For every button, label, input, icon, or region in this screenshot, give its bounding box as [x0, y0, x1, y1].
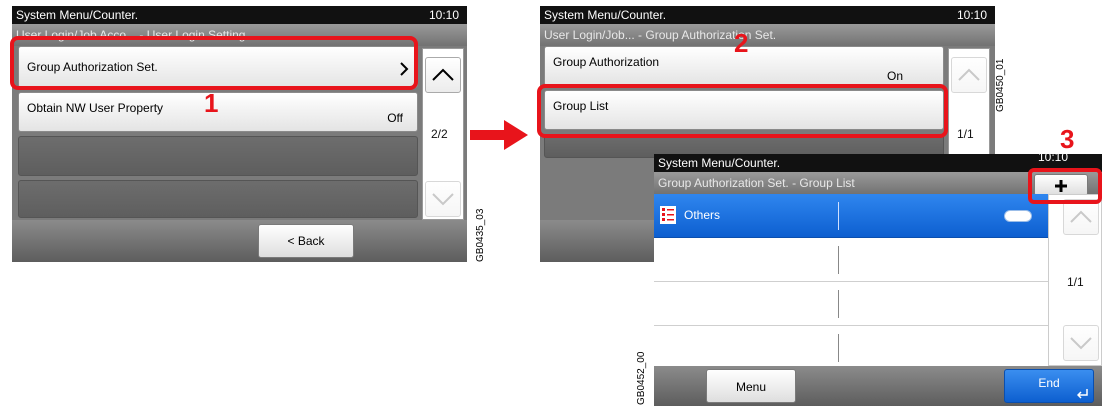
list-item-empty — [654, 238, 1048, 282]
page-indicator: 2/2 — [431, 127, 448, 141]
list-item-empty — [18, 180, 418, 218]
row-value: Off — [387, 111, 403, 125]
row-value: On — [886, 69, 903, 83]
chevron-down-icon — [1070, 337, 1092, 350]
step-number-1: 1 — [204, 88, 219, 118]
step-number-3: 3 — [1060, 124, 1075, 154]
list-item-empty — [18, 136, 418, 176]
menu-button[interactable]: Menu — [706, 369, 796, 403]
breadcrumb: User Login/Job... - Group Authorization … — [540, 24, 995, 46]
callout-step2 — [537, 84, 948, 138]
bottom-bar: Menu End — [654, 366, 1102, 406]
step-number-2: 2 — [734, 28, 749, 58]
figure-id: GB0452_00 — [636, 351, 647, 405]
chevron-down-icon — [432, 193, 454, 206]
list-item-empty — [654, 326, 1048, 370]
clock: 10:10 — [1037, 154, 1068, 164]
row-label: Group Authorization — [553, 55, 660, 69]
details-button[interactable] — [1004, 210, 1032, 222]
chevron-up-icon — [958, 68, 980, 81]
scroll-up-button[interactable] — [951, 57, 987, 93]
scrollbar[interactable]: 2/2 — [422, 48, 464, 220]
enter-icon — [1077, 389, 1088, 399]
window-title: System Menu/Counter. — [658, 156, 781, 170]
list-icon — [660, 206, 676, 224]
callout-step3 — [1028, 168, 1102, 204]
callout-step1 — [10, 36, 418, 90]
back-button[interactable]: < Back — [258, 224, 354, 258]
figure-id: GB0435_03 — [475, 208, 486, 262]
page-indicator: 1/1 — [1067, 275, 1084, 289]
title-bar: System Menu/Counter. 10:10 — [12, 6, 467, 24]
column-divider — [838, 290, 839, 318]
scrollbar[interactable]: 1/1 — [948, 48, 990, 158]
list-item-empty — [654, 282, 1048, 326]
column-divider — [838, 202, 839, 230]
column-divider — [838, 246, 839, 274]
list-item-selected[interactable]: Others — [654, 194, 1048, 238]
scrollbar[interactable]: 1/1 — [1048, 194, 1102, 366]
title-bar: System Menu/Counter. 10:10 — [540, 6, 995, 24]
clock: 10:10 — [428, 8, 459, 22]
figure-id: GB0450_01 — [995, 58, 1006, 112]
list-item-label: Others — [684, 208, 721, 222]
arrow-right-icon — [470, 120, 528, 150]
window-title: System Menu/Counter. — [544, 8, 667, 22]
chevron-up-icon — [432, 68, 454, 81]
chevron-up-icon — [1070, 210, 1092, 223]
bottom-bar: < Back — [12, 220, 467, 262]
column-divider — [838, 334, 839, 362]
end-button[interactable]: End — [1004, 369, 1094, 403]
scroll-up-button[interactable] — [425, 57, 461, 93]
end-button-label: End — [1038, 376, 1060, 390]
scroll-down-button[interactable] — [425, 181, 461, 217]
clock: 10:10 — [956, 8, 987, 22]
window-title: System Menu/Counter. — [16, 8, 139, 22]
row-label: Obtain NW User Property — [27, 101, 164, 115]
scroll-down-button[interactable] — [1063, 325, 1099, 361]
page-indicator: 1/1 — [957, 127, 974, 141]
scroll-up-button[interactable] — [1063, 199, 1099, 235]
